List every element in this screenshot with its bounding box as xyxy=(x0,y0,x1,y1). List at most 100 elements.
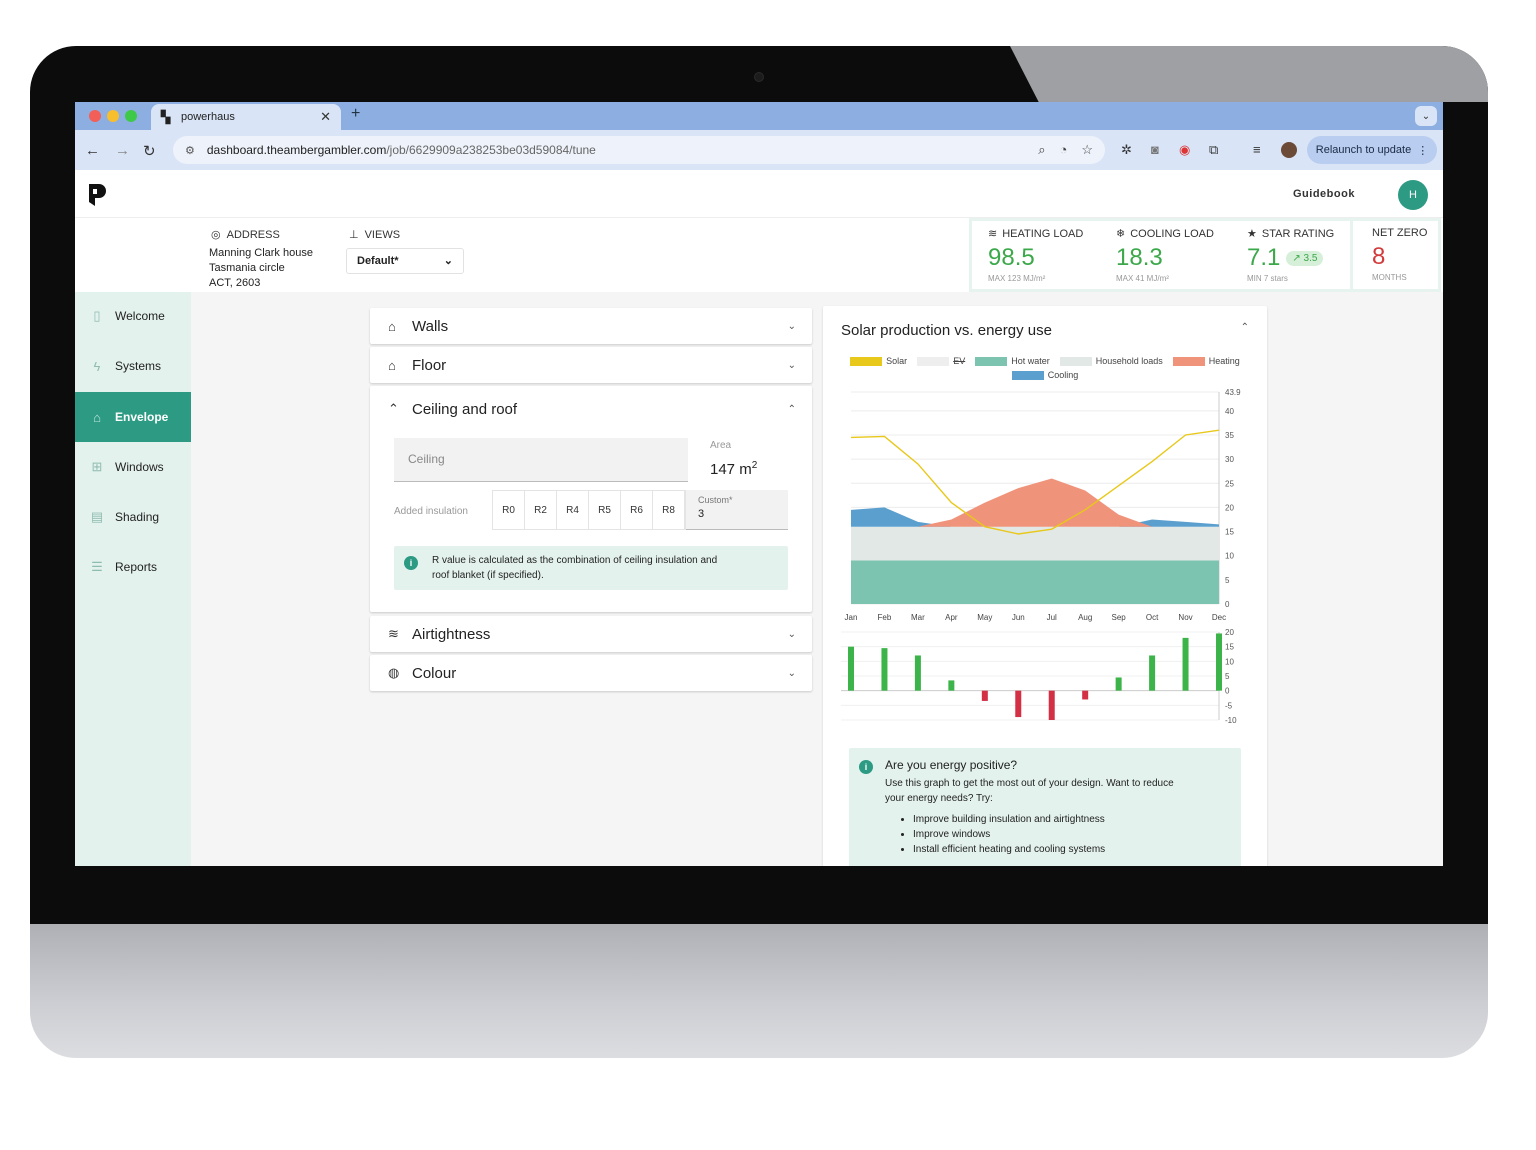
net-energy-bar xyxy=(1115,677,1122,691)
r-option-r2[interactable]: R2 xyxy=(525,491,557,529)
address-line-3: ACT, 2603 xyxy=(209,277,261,289)
r-option-r4[interactable]: R4 xyxy=(557,491,589,529)
r-option-r8[interactable]: R8 xyxy=(653,491,685,529)
reload-icon[interactable]: ↻ xyxy=(143,142,156,160)
x-tick-label: Aug xyxy=(1078,613,1092,622)
new-tab-button[interactable]: + xyxy=(351,105,360,123)
wind-icon: ≋ xyxy=(388,626,399,641)
y-tick-label: 43.9 xyxy=(1225,388,1241,397)
sidebar-item-label: Windows xyxy=(115,460,164,474)
guidebook-link[interactable]: Guidebook xyxy=(1293,188,1355,200)
net-energy-bar xyxy=(1182,637,1189,691)
sidebar-item-welcome[interactable]: ▯ Welcome xyxy=(75,298,191,334)
forward-icon[interactable]: → xyxy=(115,142,130,159)
address-bar[interactable]: ⚙ dashboard.theambergambler.com /job/662… xyxy=(173,136,1105,164)
performance-icon[interactable]: ◔ xyxy=(1059,142,1067,158)
favicon-icon: ▚ xyxy=(161,110,171,124)
net-energy-bar xyxy=(981,690,988,701)
floor-panel[interactable]: ⌂ Floor ⌄ xyxy=(370,347,812,383)
snowflake-icon: ❄ xyxy=(1116,228,1126,240)
site-settings-icon[interactable]: ⚙ xyxy=(185,144,195,157)
cooling-load-metric: ❄ COOLING LOAD 18.3 MAX 41 MJ/m² xyxy=(1116,221,1214,289)
y-tick-label: 20 xyxy=(1225,503,1234,512)
area-number: 147 m xyxy=(710,461,752,478)
airtightness-title: Airtightness xyxy=(412,625,491,643)
address-line-1: Manning Clark house xyxy=(209,247,313,259)
monitor-chin xyxy=(30,924,1488,1058)
house-icon: ⌂ xyxy=(388,318,396,334)
back-icon[interactable]: ← xyxy=(85,142,100,159)
star-rating-change: 3.5 xyxy=(1303,252,1318,264)
browser-tab[interactable]: ▚ powerhaus ✕ xyxy=(151,104,341,130)
url-host: dashboard.theambergambler.com xyxy=(206,143,387,157)
area-value: 147 m2 xyxy=(710,460,757,478)
sidebar-item-systems[interactable]: ϟ Systems xyxy=(75,348,191,384)
colour-panel-header[interactable]: ◍ Colour ⌄ xyxy=(370,655,812,691)
profile-avatar[interactable] xyxy=(1281,142,1297,158)
added-insulation-label: Added insulation xyxy=(394,506,468,517)
sidebar-item-label: Welcome xyxy=(115,309,165,323)
cooling-load-value: 18.3 xyxy=(1116,244,1163,271)
user-avatar[interactable]: H xyxy=(1398,180,1428,210)
tab-close-icon[interactable]: ✕ xyxy=(320,109,331,125)
maximize-window-button[interactable] xyxy=(125,110,137,122)
sidebar-nav: ▯ Welcome ϟ Systems ⌂ Envelope ⊞ Windows… xyxy=(75,292,191,866)
sidebar-item-reports[interactable]: ☰ Reports xyxy=(75,549,191,585)
relaunch-button[interactable]: Relaunch to update ⋮ xyxy=(1307,136,1437,164)
energy-tip: Install efficient heating and cooling sy… xyxy=(913,842,1225,857)
energy-tips-list: Improve building insulation and airtight… xyxy=(913,812,1225,857)
sidebar-item-label: Systems xyxy=(115,359,162,373)
heat-waves-icon: ≋ xyxy=(988,228,998,240)
airtightness-panel[interactable]: ≋ Airtightness ⌄ xyxy=(370,616,812,652)
r-value-toggle-group: R0 R2 R4 R5 R6 R8 xyxy=(492,490,686,530)
cooling-load-label: COOLING LOAD xyxy=(1130,227,1214,240)
r-option-r0[interactable]: R0 xyxy=(493,491,525,529)
custom-r-value-input[interactable]: Custom* 3 xyxy=(686,490,788,530)
sidebar-item-envelope[interactable]: ⌂ Envelope xyxy=(75,392,191,442)
net-energy-bar xyxy=(1015,690,1022,718)
more-menu-icon[interactable]: ⋮ xyxy=(1417,144,1428,157)
star-rating-value: 7.1 xyxy=(1247,244,1281,271)
y-tick-label: 0 xyxy=(1225,600,1230,609)
airtightness-panel-header[interactable]: ≋ Airtightness ⌄ xyxy=(370,616,812,652)
solar-chart-card: Solar production vs. energy use ⌃ Solar E… xyxy=(823,306,1267,866)
walls-panel[interactable]: ⌂ Walls ⌄ xyxy=(370,308,812,344)
views-select[interactable]: Default* ⌄ xyxy=(346,248,464,274)
minimize-window-button[interactable] xyxy=(107,110,119,122)
camera-extension-icon[interactable]: ◙ xyxy=(1151,142,1159,157)
walls-panel-header[interactable]: ⌂ Walls ⌄ xyxy=(370,308,812,344)
net-zero-metric: NET ZERO 8 MONTHS xyxy=(1372,221,1427,289)
bar-y-tick-label: 15 xyxy=(1225,643,1234,652)
palette-icon: ◍ xyxy=(388,665,400,680)
extensions-puzzle-icon[interactable]: ⧉ xyxy=(1209,142,1218,158)
x-tick-label: Feb xyxy=(878,613,892,622)
chrome-extension-icon[interactable]: ◉ xyxy=(1179,142,1190,158)
bezel-reflection xyxy=(1010,46,1488,102)
ceiling-type-field[interactable]: Ceiling xyxy=(394,438,688,482)
bookmark-star-icon[interactable]: ☆ xyxy=(1081,142,1093,158)
x-tick-label: Mar xyxy=(911,613,925,622)
views-selected-value: Default* xyxy=(357,255,399,267)
sidebar-item-windows[interactable]: ⊞ Windows xyxy=(75,449,191,485)
energy-tip: Improve building insulation and airtight… xyxy=(913,812,1225,827)
close-window-button[interactable] xyxy=(89,110,101,122)
chevron-down-icon: ⌄ xyxy=(787,667,796,679)
net-energy-bar xyxy=(948,680,955,691)
zoom-icon[interactable]: ⌕ xyxy=(1038,142,1045,158)
star-rating-label: STAR RATING xyxy=(1261,227,1335,240)
address-label: ADDRESS xyxy=(226,228,280,241)
tab-search-button[interactable]: ⌄ xyxy=(1415,106,1437,126)
address-heading: ◎ ADDRESS xyxy=(211,228,280,242)
r-option-r5[interactable]: R5 xyxy=(589,491,621,529)
floor-panel-header[interactable]: ⌂ Floor ⌄ xyxy=(370,347,812,383)
media-control-icon[interactable]: ≡ xyxy=(1253,142,1261,157)
energy-text-line-2: your energy needs? Try: xyxy=(885,793,993,804)
extension-icon[interactable]: ✲ xyxy=(1121,142,1132,158)
sidebar-item-shading[interactable]: ▤ Shading xyxy=(75,499,191,535)
ceiling-roof-panel-header[interactable]: ⌃ Ceiling and roof ⌃ xyxy=(370,386,812,432)
info-line-2: roof blanket (if specified). xyxy=(432,570,544,581)
x-tick-label: Apr xyxy=(945,613,958,622)
r-option-r6[interactable]: R6 xyxy=(621,491,653,529)
x-tick-label: May xyxy=(977,613,992,622)
colour-panel[interactable]: ◍ Colour ⌄ xyxy=(370,655,812,691)
